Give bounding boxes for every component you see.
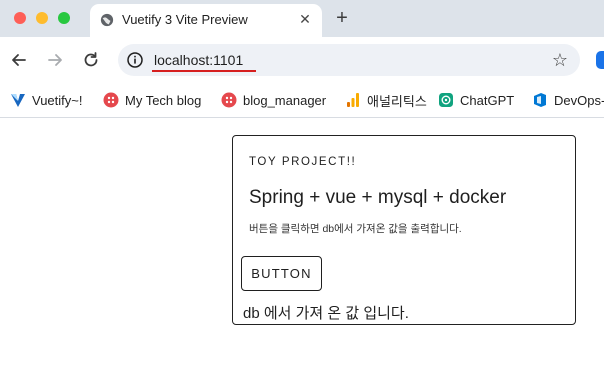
address-bar[interactable]: localhost:1101 ☆: [118, 44, 580, 76]
url-highlight-underline: [152, 70, 256, 72]
tab-title: Vuetify 3 Vite Preview: [122, 12, 248, 27]
card-overline: TOY PROJECT!!: [249, 156, 357, 168]
profile-icon[interactable]: [596, 51, 604, 69]
browser-toolbar: localhost:1101 ☆: [0, 37, 604, 83]
fetch-button[interactable]: BUTTON: [241, 256, 322, 291]
bookmark-chatgpt[interactable]: ChatGPT: [438, 91, 514, 109]
bookmark-vuetify[interactable]: Vuetify~!: [10, 91, 82, 109]
bookmark-star-icon[interactable]: ☆: [552, 50, 568, 70]
bookmarks-bar: Vuetify~! My Tech blog blog_manager 애널리틱…: [0, 83, 604, 118]
close-window-button[interactable]: [14, 12, 26, 24]
forward-arrow-icon[interactable]: [46, 51, 64, 69]
bookmark-devops[interactable]: DevOps-: [532, 91, 604, 109]
result-text: db 에서 가져 온 값 입니다.: [243, 305, 409, 322]
blog-icon: [103, 92, 119, 108]
project-card: TOY PROJECT!! Spring + vue + mysql + doc…: [232, 135, 576, 325]
globe-icon: [100, 13, 114, 27]
new-tab-icon[interactable]: +: [332, 8, 352, 28]
card-title: Spring + vue + mysql + docker: [249, 187, 507, 208]
site-info-icon[interactable]: [126, 51, 144, 69]
minimize-window-button[interactable]: [36, 12, 48, 24]
maximize-window-button[interactable]: [58, 12, 70, 24]
chatgpt-icon: [439, 93, 453, 107]
devops-icon: [534, 93, 546, 107]
url-text[interactable]: localhost:1101: [154, 52, 243, 68]
reload-icon[interactable]: [82, 51, 100, 69]
bookmark-blog-manager[interactable]: blog_manager: [221, 91, 326, 109]
active-tab[interactable]: Vuetify 3 Vite Preview ✕: [90, 4, 322, 37]
close-tab-icon[interactable]: ✕: [296, 10, 314, 28]
analytics-icon: [347, 93, 359, 107]
card-subtitle: 버튼을 클릭하면 db에서 가져온 값을 출력합니다.: [249, 223, 462, 235]
vuetify-icon: [11, 94, 25, 107]
back-arrow-icon[interactable]: [10, 51, 28, 69]
blog-manager-icon: [221, 92, 237, 108]
tab-strip: Vuetify 3 Vite Preview ✕ +: [0, 0, 604, 37]
bookmark-analytics[interactable]: 애널리틱스: [345, 91, 427, 109]
bookmark-tech-blog[interactable]: My Tech blog: [103, 91, 201, 109]
